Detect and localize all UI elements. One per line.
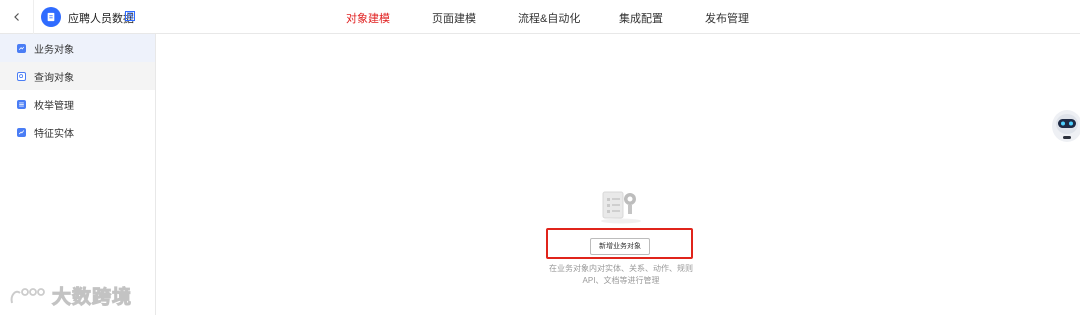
empty-hint-line-2: API、文档等进行管理 [582,276,660,285]
sidebar-item-query-object[interactable]: 查询对象 [0,62,155,90]
watermark-logo-icon [10,287,45,303]
tab-page-modeling[interactable]: 页面建模 [432,10,476,26]
empty-hint-line-1: 在业务对象内对实体、关系、动作、规则 [549,264,693,273]
watermark: 大数跨境 [8,282,132,309]
tab-integration-config[interactable]: 集成配置 [619,10,663,26]
query-object-icon [17,71,26,81]
enum-icon [17,99,26,109]
sidebar-item-label: 查询对象 [34,72,74,84]
tab-object-modeling[interactable]: 对象建模 [346,10,390,26]
back-button[interactable] [0,0,34,34]
sidebar-item-label: 枚举管理 [34,100,74,112]
feature-entity-icon [17,127,26,137]
tab-release-management[interactable]: 发布管理 [705,10,749,26]
sidebar-item-feature-entity[interactable]: 特征实体 [0,118,155,146]
business-object-icon [17,43,26,53]
sidebar-item-label: 业务对象 [34,44,74,56]
sidebar-item-label: 特征实体 [34,128,74,140]
sidebar-item-enum-management[interactable]: 枚举管理 [0,90,155,118]
app-icon [41,7,61,27]
add-business-object-button[interactable]: 新增业务对象 [590,238,650,255]
chevron-left-icon [13,13,19,21]
sidebar: 业务对象 查询对象 枚举管理 特征实体 [0,34,156,315]
top-bar: 应聘人员数据 西 对象建模 页面建模 流程&自动化 集成配置 发布管理 [0,0,1080,34]
watermark-text: 大数跨境 [51,287,133,309]
empty-state-illustration [601,191,641,224]
app-badge: 西 [125,11,135,21]
sidebar-item-business-object[interactable]: 业务对象 [0,34,155,62]
tab-process-automation[interactable]: 流程&自动化 [518,10,580,26]
assistant-robot-icon[interactable] [1041,106,1080,146]
